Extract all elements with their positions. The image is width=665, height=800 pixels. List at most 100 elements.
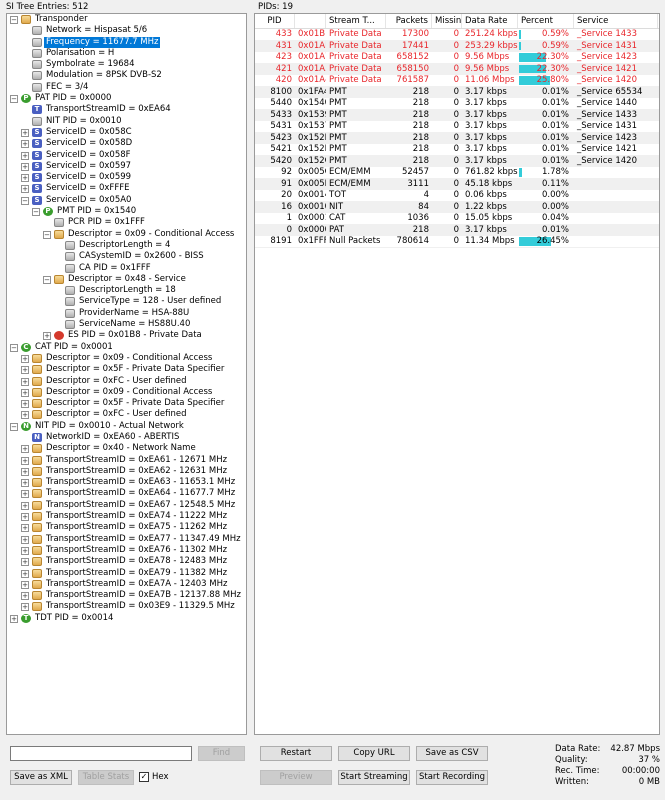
tree-node[interactable]: NIT PID = 0x0010 — [7, 116, 246, 127]
tree-node[interactable]: + TransportStreamID = 0xEA67 - 12548.5 MH… — [7, 500, 246, 511]
tree-node[interactable]: DescriptorLength = 4 — [7, 240, 246, 251]
search-input[interactable] — [10, 746, 192, 761]
si-tree[interactable]: − Transponder Network = Hispasat 5/6 Freque… — [6, 13, 247, 735]
tree-node[interactable]: Symbolrate = 19684 — [7, 59, 246, 70]
column-header-pid[interactable]: PID — [255, 14, 295, 28]
restart-button[interactable]: Restart — [260, 746, 332, 761]
expand-icon[interactable]: + — [21, 569, 29, 578]
start-streaming-button[interactable]: Start Streaming — [338, 770, 410, 785]
pid-row[interactable]: 5431 0x1537PMT 218 0 3.17 kbps 0.01% _Service … — [255, 121, 659, 133]
pid-row[interactable]: 5433 0x1539PMT 218 0 3.17 kbps 0.01% _Service … — [255, 109, 659, 121]
expand-icon[interactable]: + — [21, 388, 29, 397]
start-recording-button[interactable]: Start Recording — [416, 770, 488, 785]
tree-node[interactable]: + TransportStreamID = 0xEA7A - 12403 MHz — [7, 579, 246, 590]
collapse-icon[interactable]: − — [10, 422, 18, 431]
expand-icon[interactable]: + — [21, 513, 29, 522]
expand-icon[interactable]: + — [43, 332, 51, 341]
hex-checkbox[interactable]: ✓ — [139, 772, 149, 782]
expand-icon[interactable]: + — [21, 128, 29, 137]
pid-row[interactable]: 91 0x005BECM/EMM 3111 0 45.18 kbps 0.11% — [255, 178, 659, 190]
tree-node[interactable]: + Descriptor = 0xFC - User defined — [7, 409, 246, 420]
column-header-stream-type[interactable]: Stream T... — [326, 14, 386, 28]
expand-icon[interactable]: + — [21, 467, 29, 476]
column-header-packets[interactable]: Packets — [386, 14, 432, 28]
expand-icon[interactable]: + — [21, 546, 29, 555]
tree-node[interactable]: + TransportStreamID = 0xEA62 - 12631 MHz — [7, 466, 246, 477]
tree-node[interactable]: + TransportStreamID = 0xEA76 - 11302 MHz — [7, 545, 246, 556]
pid-row[interactable]: 0 0x0000PAT 218 0 3.17 kbps 0.01% — [255, 224, 659, 236]
expand-icon[interactable]: + — [21, 479, 29, 488]
tree-node[interactable]: FEC = 3/4 — [7, 82, 246, 93]
tree-node[interactable]: + TransportStreamID = 0xEA61 - 12671 MHz — [7, 455, 246, 466]
preview-button[interactable]: Preview — [260, 770, 332, 785]
tree-node[interactable]: Modulation = 8PSK DVB-S2 — [7, 70, 246, 81]
tree-node[interactable]: ServiceType = 128 - User defined — [7, 296, 246, 307]
tree-node[interactable]: + TransportStreamID = 0xEA78 - 12483 MHz — [7, 556, 246, 567]
tree-node[interactable]: + Descriptor = 0x09 - Conditional Access — [7, 387, 246, 398]
copy-url-button[interactable]: Copy URL — [338, 746, 410, 761]
tree-node[interactable]: T TransportStreamID = 0xEA64 — [7, 104, 246, 115]
pid-row[interactable]: 5421 0x152DPMT 218 0 3.17 kbps 0.01% _Service … — [255, 144, 659, 156]
pid-row[interactable]: 8100 0x1FA4PMT 218 0 3.17 kbps 0.01% _Service … — [255, 86, 659, 98]
expand-icon[interactable]: + — [21, 140, 29, 149]
tree-node[interactable]: Network = Hispasat 5/6 — [7, 25, 246, 36]
pid-row[interactable]: 5440 0x1540PMT 218 0 3.17 kbps 0.01% _Service … — [255, 98, 659, 110]
collapse-icon[interactable]: − — [10, 343, 18, 352]
expand-icon[interactable]: + — [21, 400, 29, 409]
tree-node[interactable]: + TransportStreamID = 0xEA63 - 11653.1 MH… — [7, 477, 246, 488]
tree-node[interactable]: + Descriptor = 0x5F - Private Data Specif… — [7, 364, 246, 375]
tree-node[interactable]: + TransportStreamID = 0xEA7B - 12137.88 M… — [7, 590, 246, 601]
tree-node[interactable]: + ES PID = 0x01B8 - Private Data — [7, 330, 246, 341]
expand-icon[interactable]: + — [21, 354, 29, 363]
pid-row[interactable]: 420 0x01A4Private Data 761587 0 11.06 Mbps 25… — [255, 75, 659, 87]
expand-icon[interactable]: + — [21, 185, 29, 194]
pid-row[interactable]: 16 0x0010NIT 84 0 1.22 kbps 0.00% — [255, 201, 659, 213]
tree-node[interactable]: − Descriptor = 0x09 - Conditional Access — [7, 229, 246, 240]
pid-row[interactable]: 5420 0x152CPMT 218 0 3.17 kbps 0.01% _Service … — [255, 155, 659, 167]
pid-row[interactable]: 433 0x01B1Private Data 17300 0 251.24 kbps 0.… — [255, 29, 659, 41]
column-header-pid-hex[interactable] — [295, 14, 326, 28]
expand-icon[interactable]: + — [21, 366, 29, 375]
pid-row[interactable]: 431 0x01AFPrivate Data 17441 0 253.29 kbps 0.… — [255, 40, 659, 52]
collapse-icon[interactable]: − — [43, 275, 51, 284]
pid-row[interactable]: 92 0x005CECM/EMM 52457 0 761.82 kbps 1.78% — [255, 167, 659, 179]
collapse-icon[interactable]: − — [32, 208, 40, 217]
expand-icon[interactable]: + — [10, 614, 18, 623]
collapse-icon[interactable]: − — [10, 95, 18, 104]
save-as-xml-button[interactable]: Save as XML — [10, 770, 72, 785]
tree-node[interactable]: Polarisation = H — [7, 48, 246, 59]
tree-node[interactable]: + S ServiceID = 0x0597 — [7, 161, 246, 172]
expand-icon[interactable]: + — [21, 524, 29, 533]
pid-row[interactable]: 20 0x0014TOT 4 0 0.06 kbps 0.00% — [255, 190, 659, 202]
tree-node[interactable]: DescriptorLength = 18 — [7, 285, 246, 296]
tree-node[interactable]: + S ServiceID = 0x0599 — [7, 172, 246, 183]
tree-node[interactable]: + TransportStreamID = 0x03E9 - 11329.5 MH… — [7, 601, 246, 612]
tree-node[interactable]: + Descriptor = 0xFC - User defined — [7, 376, 246, 387]
tree-node[interactable]: + T TDT PID = 0x0014 — [7, 613, 246, 624]
collapse-icon[interactable]: − — [21, 196, 29, 205]
tree-node[interactable]: + S ServiceID = 0x058F — [7, 150, 246, 161]
tree-node[interactable]: + Descriptor = 0x40 - Network Name — [7, 443, 246, 454]
expand-icon[interactable]: + — [21, 445, 29, 454]
tree-node[interactable]: N NetworkID = 0xEA60 - ABERTIS — [7, 432, 246, 443]
expand-icon[interactable]: + — [21, 603, 29, 612]
column-header-data-rate[interactable]: Data Rate — [462, 14, 518, 28]
expand-icon[interactable]: + — [21, 174, 29, 183]
expand-icon[interactable]: + — [21, 580, 29, 589]
tree-node[interactable]: ServiceName = HS88U.40 — [7, 319, 246, 330]
table-stats-button[interactable]: Table Stats — [78, 770, 134, 785]
collapse-icon[interactable]: − — [10, 16, 18, 24]
tree-node[interactable]: + Descriptor = 0x09 - Conditional Access — [7, 353, 246, 364]
tree-node[interactable]: Frequency = 11677.7 MHz — [7, 36, 246, 48]
pid-row[interactable]: 421 0x01A5Private Data 658150 0 9.56 Mbps 22.… — [255, 63, 659, 75]
tree-node[interactable]: − Descriptor = 0x48 - Service — [7, 274, 246, 285]
pid-row[interactable]: 423 0x01A7Private Data 658152 0 9.56 Mbps 22.… — [255, 52, 659, 64]
expand-icon[interactable]: + — [21, 535, 29, 544]
tree-node[interactable]: + TransportStreamID = 0xEA75 - 11262 MHz — [7, 522, 246, 533]
expand-icon[interactable]: + — [21, 490, 29, 499]
tree-node[interactable]: PCR PID = 0x1FFF — [7, 217, 246, 228]
tree-node[interactable]: + TransportStreamID = 0xEA74 - 11222 MHz — [7, 511, 246, 522]
expand-icon[interactable]: + — [21, 411, 29, 420]
expand-icon[interactable]: + — [21, 151, 29, 160]
tree-node[interactable]: + S ServiceID = 0x058D — [7, 138, 246, 149]
